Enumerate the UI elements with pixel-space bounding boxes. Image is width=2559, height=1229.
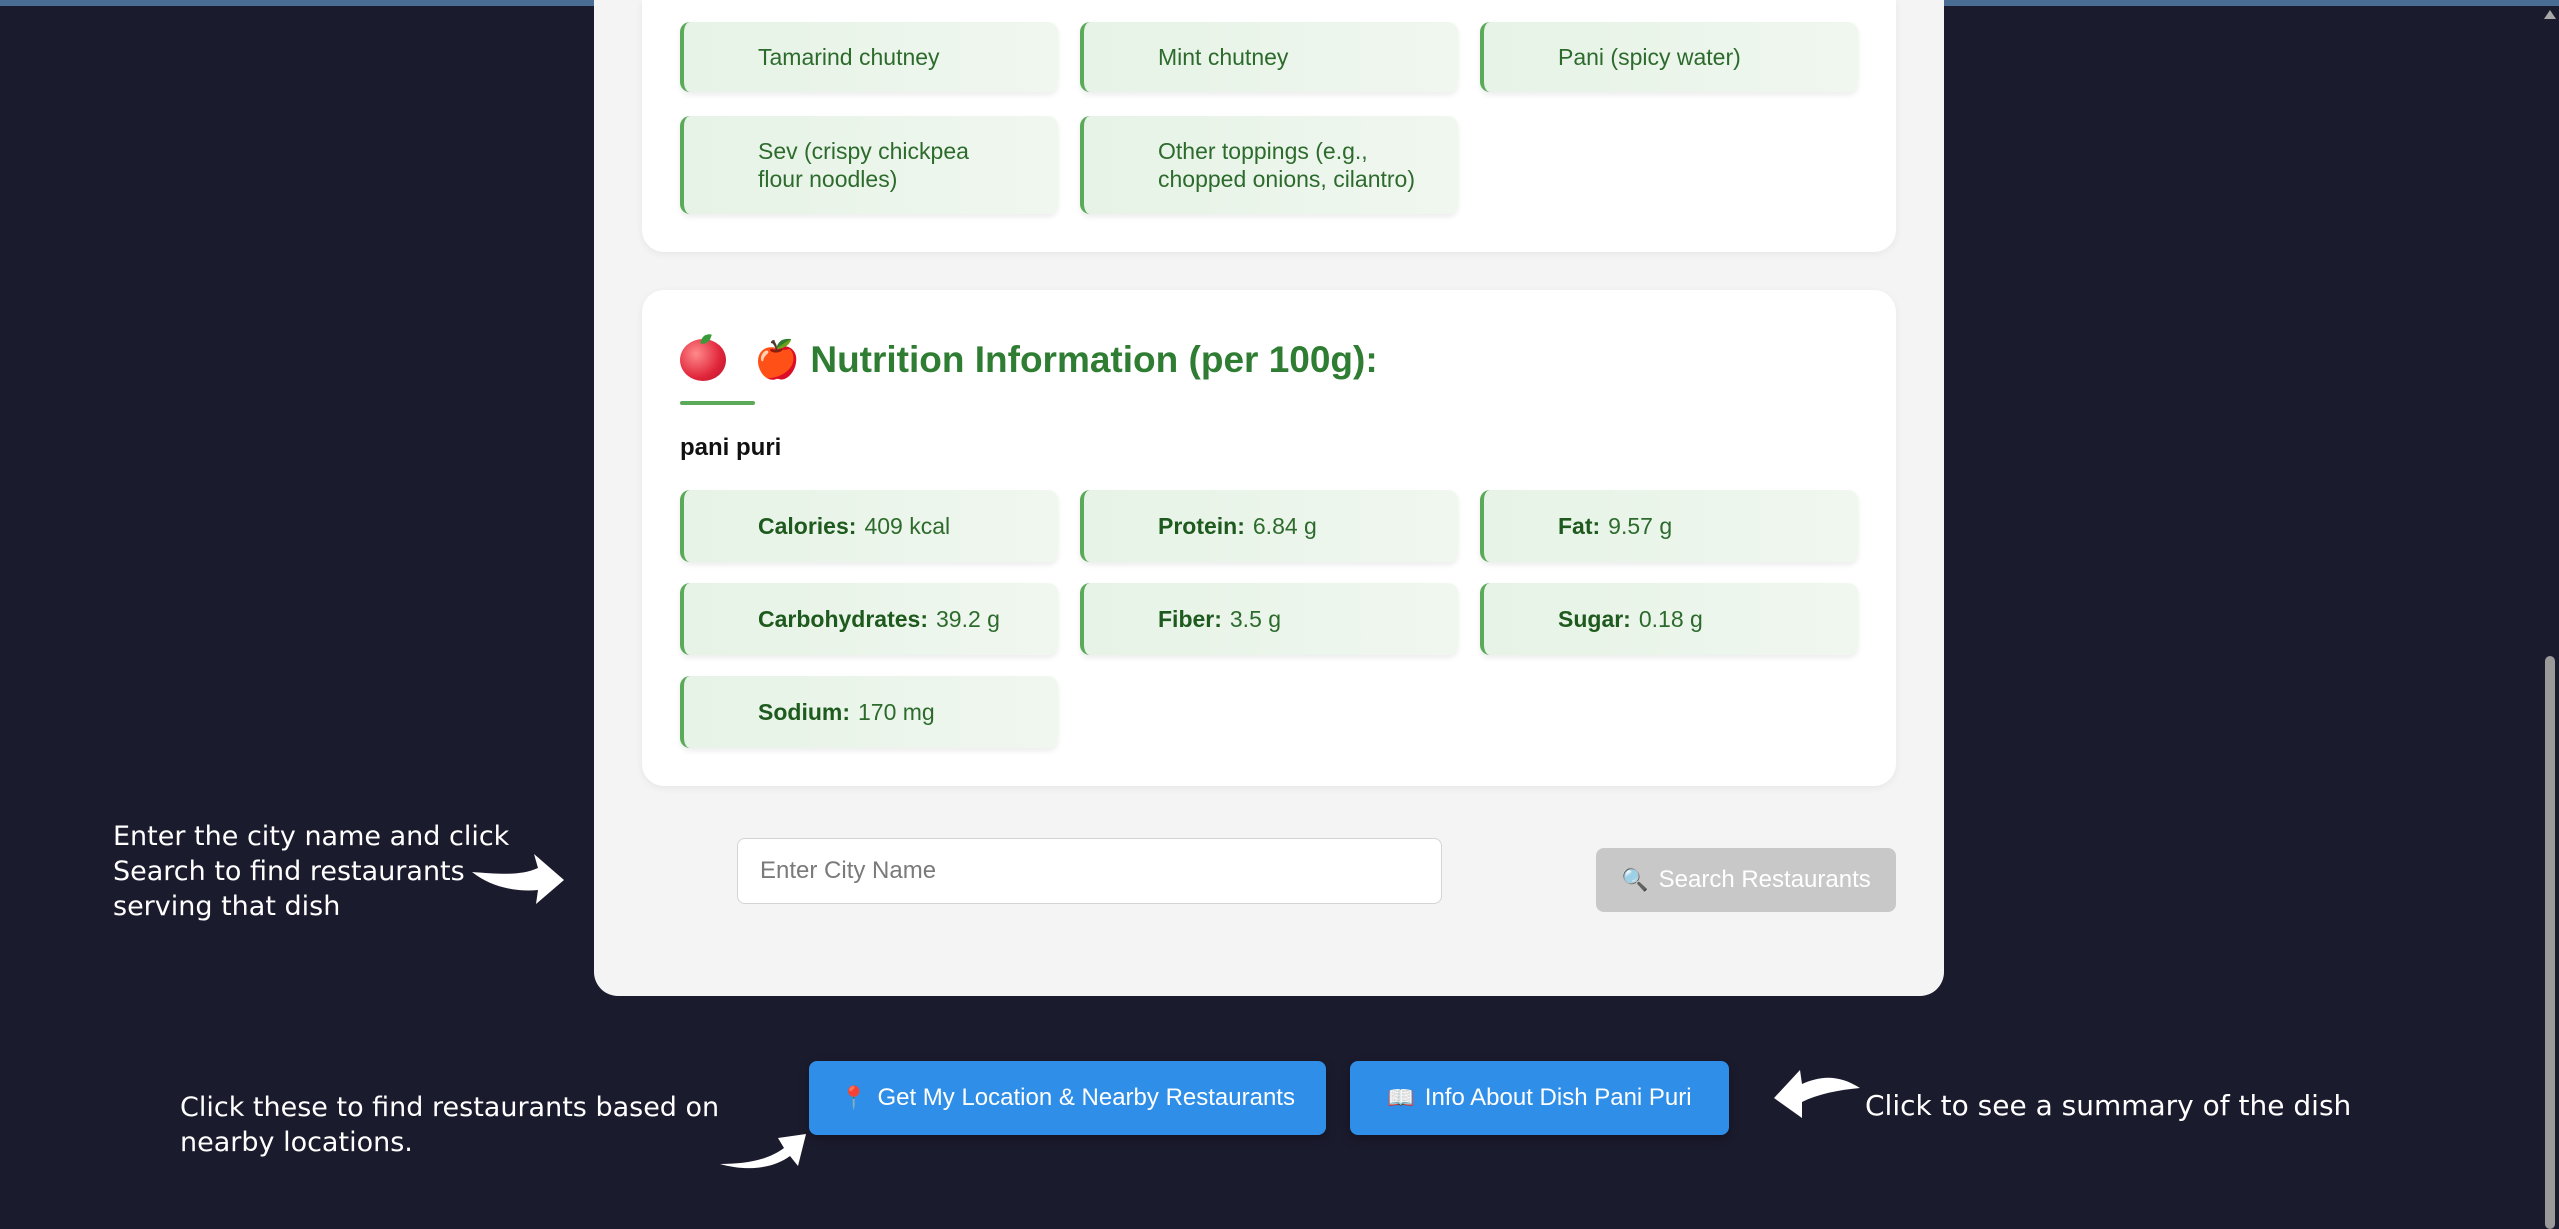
ingredient-label: Sev (crispy chickpea flour noodles) [758, 138, 969, 192]
nutrition-title: 🍎 Nutrition Information (per 100g): [754, 338, 1378, 380]
ingredient-label: Mint chutney [1158, 44, 1289, 70]
info-note: Click to see a summary of the dish [1865, 1089, 2352, 1122]
location-pin-icon: 📍 [840, 1085, 868, 1110]
nutrient-value: 409 kcal [864, 513, 951, 539]
nutrient-label: Fat: [1558, 513, 1601, 539]
nutrient-value: 6.84 g [1252, 513, 1317, 539]
nutrition-item: Fat: 9.57 g [1480, 490, 1858, 562]
ingredient-label: Pani (spicy water) [1558, 44, 1741, 70]
nutrient-value: 39.2 g [935, 606, 1000, 632]
get-location-button[interactable]: 📍 Get My Location & Nearby Restaurants [809, 1061, 1326, 1135]
nutrient-label: Carbohydrates: [758, 606, 928, 632]
nutrient-label: Protein: [1158, 513, 1245, 539]
ingredient-label: Other toppings (e.g., chopped onions, ci… [1158, 138, 1415, 192]
nutrient-value: 170 mg [858, 699, 935, 725]
nutrition-item: Fiber: 3.5 g [1080, 583, 1458, 655]
book-icon: 📖 [1387, 1085, 1415, 1110]
scroll-thumb[interactable] [2545, 656, 2555, 1229]
location-button-label: Get My Location & Nearby Restaurants [877, 1084, 1295, 1111]
ingredient-item: Other toppings (e.g., chopped onions, ci… [1080, 116, 1458, 214]
dish-name: pani puri [680, 434, 782, 461]
nutrient-label: Sodium: [758, 699, 850, 725]
nutrient-value: 9.57 g [1608, 513, 1673, 539]
page-scrollbar[interactable] [2541, 6, 2559, 1229]
nutrition-item: Carbohydrates: 39.2 g [680, 583, 1058, 655]
nutrient-label: Sugar: [1558, 606, 1631, 632]
city-input[interactable] [737, 838, 1442, 904]
ingredient-item: Sev (crispy chickpea flour noodles) [680, 116, 1058, 214]
ingredient-item: Pani (spicy water) [1480, 22, 1858, 92]
nutrient-label: Fiber: [1158, 606, 1222, 632]
title-underline [680, 401, 755, 405]
nutrition-item: Protein: 6.84 g [1080, 490, 1458, 562]
nutrition-header: 🍎 Nutrition Information (per 100g): [680, 330, 1378, 390]
apple-icon [680, 339, 726, 381]
location-note: Click these to find restaurants based on… [180, 1092, 720, 1158]
arrow-right-icon [472, 854, 564, 904]
arrow-left-icon [1774, 1070, 1860, 1118]
ingredient-item: Mint chutney [1080, 22, 1458, 92]
scroll-up-icon[interactable] [2544, 10, 2556, 19]
search-restaurants-button[interactable]: 🔍 Search Restaurants [1596, 848, 1896, 912]
dish-info-button[interactable]: 📖 Info About Dish Pani Puri [1350, 1061, 1729, 1135]
nutrient-value: 3.5 g [1229, 606, 1282, 632]
nutrient-value: 0.18 g [1638, 606, 1703, 632]
search-icon: 🔍 [1621, 867, 1649, 892]
ingredient-label: Tamarind chutney [758, 44, 940, 70]
arrow-curved-right-icon [720, 1134, 806, 1169]
nutrient-label: Calories: [758, 513, 857, 539]
city-search-note: Enter the city name and click Search to … [113, 821, 510, 922]
nutrition-item: Sodium: 170 mg [680, 676, 1058, 748]
info-button-label: Info About Dish Pani Puri [1424, 1084, 1692, 1111]
nutrition-item: Sugar: 0.18 g [1480, 583, 1858, 655]
search-button-label: Search Restaurants [1658, 866, 1871, 893]
ingredient-item: Tamarind chutney [680, 22, 1058, 92]
nutrition-item: Calories: 409 kcal [680, 490, 1058, 562]
